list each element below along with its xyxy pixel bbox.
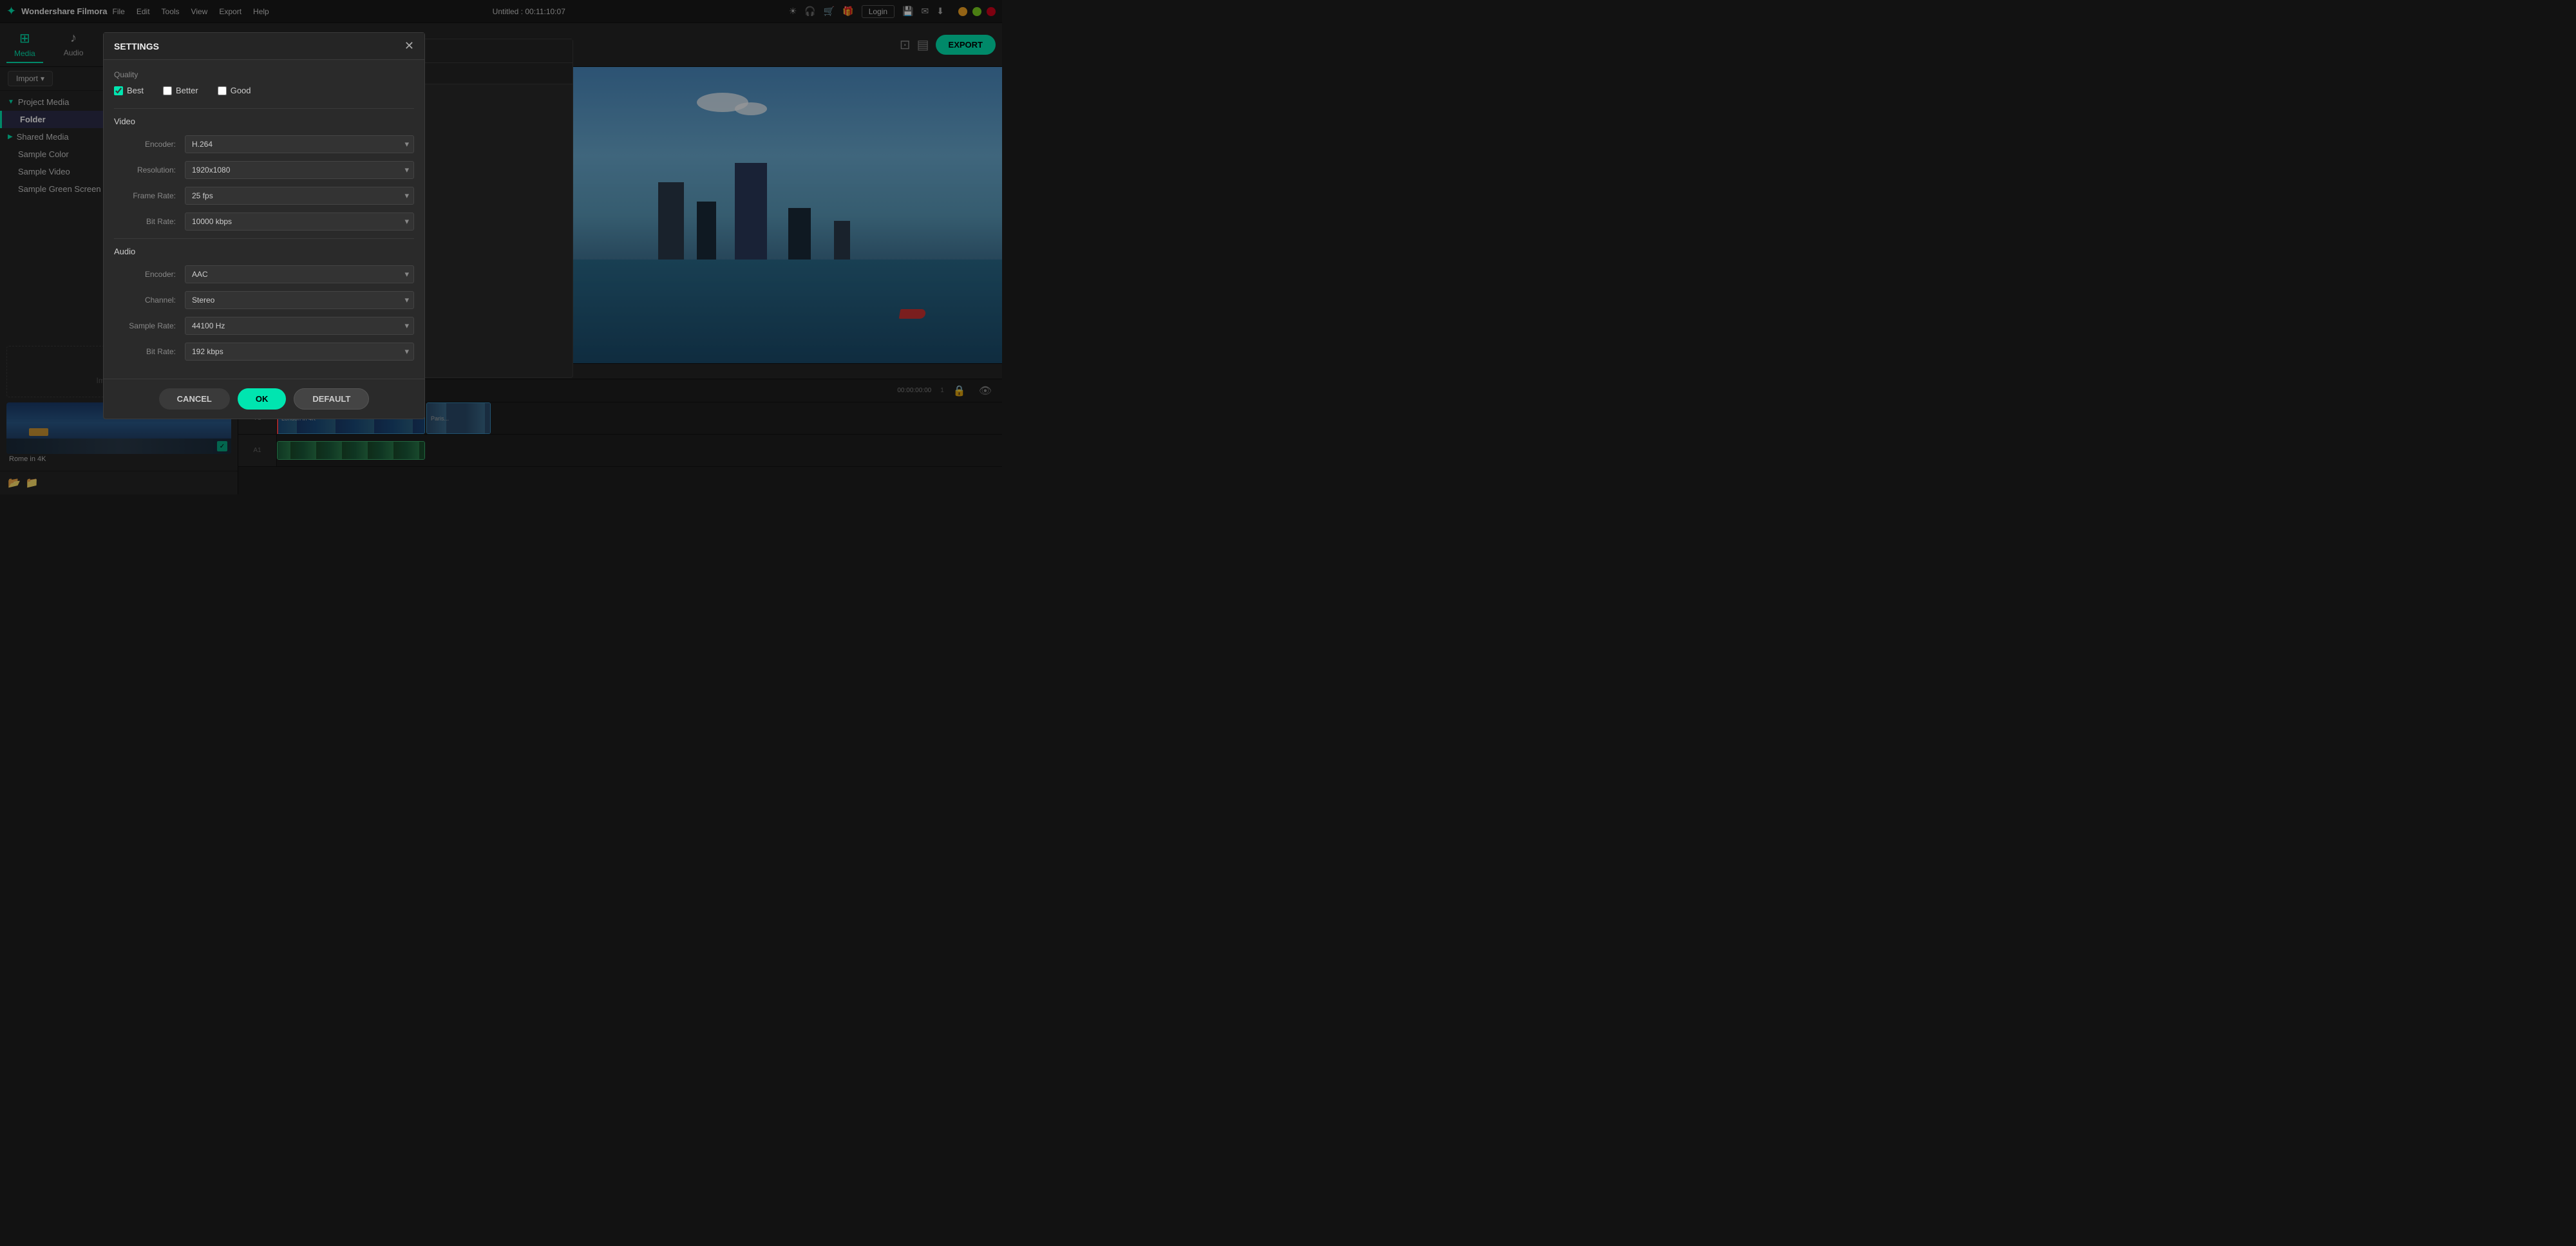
quality-best[interactable]: Best <box>114 86 144 95</box>
audio-channel-select[interactable]: Stereo Mono <box>185 291 414 309</box>
video-resolution-select-wrapper: 1920x1080 1280x720 3840x2160 <box>185 161 414 179</box>
settings-cancel-button[interactable]: CANCEL <box>159 388 230 410</box>
audio-samplerate-row: Sample Rate: 44100 Hz 48000 Hz 22050 Hz <box>114 317 414 335</box>
quality-better[interactable]: Better <box>163 86 198 95</box>
audio-bitrate-row: Bit Rate: 192 kbps 128 kbps 320 kbps <box>114 343 414 361</box>
audio-section-header: Audio <box>114 247 414 256</box>
settings-backdrop: SETTINGS ✕ Quality Best Better Good <box>0 0 2576 1246</box>
quality-better-label: Better <box>176 86 198 95</box>
quality-section-label: Quality <box>114 70 414 79</box>
settings-modal: SETTINGS ✕ Quality Best Better Good <box>103 32 425 419</box>
audio-samplerate-label: Sample Rate: <box>114 321 185 330</box>
video-bitrate-row: Bit Rate: 10000 kbps 8000 kbps 20000 kbp… <box>114 212 414 231</box>
video-encoder-select-wrapper: H.264 H.265 MPEG-4 <box>185 135 414 153</box>
video-framerate-row: Frame Rate: 25 fps 30 fps 60 fps <box>114 187 414 205</box>
audio-encoder-select[interactable]: AAC MP3 <box>185 265 414 283</box>
quality-good-label: Good <box>231 86 251 95</box>
settings-modal-title: SETTINGS <box>114 41 159 52</box>
video-resolution-select[interactable]: 1920x1080 1280x720 3840x2160 <box>185 161 414 179</box>
video-resolution-label: Resolution: <box>114 165 185 175</box>
video-resolution-row: Resolution: 1920x1080 1280x720 3840x2160 <box>114 161 414 179</box>
video-encoder-row: Encoder: H.264 H.265 MPEG-4 <box>114 135 414 153</box>
settings-footer: CANCEL OK DEFAULT <box>104 379 424 419</box>
video-framerate-select-wrapper: 25 fps 30 fps 60 fps <box>185 187 414 205</box>
audio-bitrate-label: Bit Rate: <box>114 347 185 356</box>
video-encoder-label: Encoder: <box>114 140 185 149</box>
quality-best-label: Best <box>127 86 144 95</box>
video-divider <box>114 108 414 109</box>
settings-ok-button[interactable]: OK <box>238 388 287 410</box>
audio-bitrate-select-wrapper: 192 kbps 128 kbps 320 kbps <box>185 343 414 361</box>
video-framerate-label: Frame Rate: <box>114 191 185 200</box>
video-bitrate-label: Bit Rate: <box>114 217 185 226</box>
quality-row: Best Better Good <box>114 86 414 95</box>
audio-divider <box>114 238 414 239</box>
audio-samplerate-select[interactable]: 44100 Hz 48000 Hz 22050 Hz <box>185 317 414 335</box>
settings-default-button[interactable]: DEFAULT <box>294 388 369 410</box>
video-framerate-select[interactable]: 25 fps 30 fps 60 fps <box>185 187 414 205</box>
audio-encoder-label: Encoder: <box>114 270 185 279</box>
audio-channel-row: Channel: Stereo Mono <box>114 291 414 309</box>
video-bitrate-select-wrapper: 10000 kbps 8000 kbps 20000 kbps <box>185 212 414 231</box>
quality-best-checkbox[interactable] <box>114 86 123 95</box>
quality-better-checkbox[interactable] <box>163 86 172 95</box>
audio-channel-label: Channel: <box>114 296 185 305</box>
audio-encoder-select-wrapper: AAC MP3 <box>185 265 414 283</box>
audio-channel-select-wrapper: Stereo Mono <box>185 291 414 309</box>
audio-bitrate-select[interactable]: 192 kbps 128 kbps 320 kbps <box>185 343 414 361</box>
video-bitrate-select[interactable]: 10000 kbps 8000 kbps 20000 kbps <box>185 212 414 231</box>
video-section-header: Video <box>114 117 414 126</box>
quality-good-checkbox[interactable] <box>218 86 227 95</box>
video-encoder-select[interactable]: H.264 H.265 MPEG-4 <box>185 135 414 153</box>
audio-encoder-row: Encoder: AAC MP3 <box>114 265 414 283</box>
quality-good[interactable]: Good <box>218 86 251 95</box>
settings-modal-header: SETTINGS ✕ <box>104 33 424 60</box>
settings-close-button[interactable]: ✕ <box>404 39 414 53</box>
settings-body: Quality Best Better Good Video E <box>104 60 424 379</box>
audio-samplerate-select-wrapper: 44100 Hz 48000 Hz 22050 Hz <box>185 317 414 335</box>
